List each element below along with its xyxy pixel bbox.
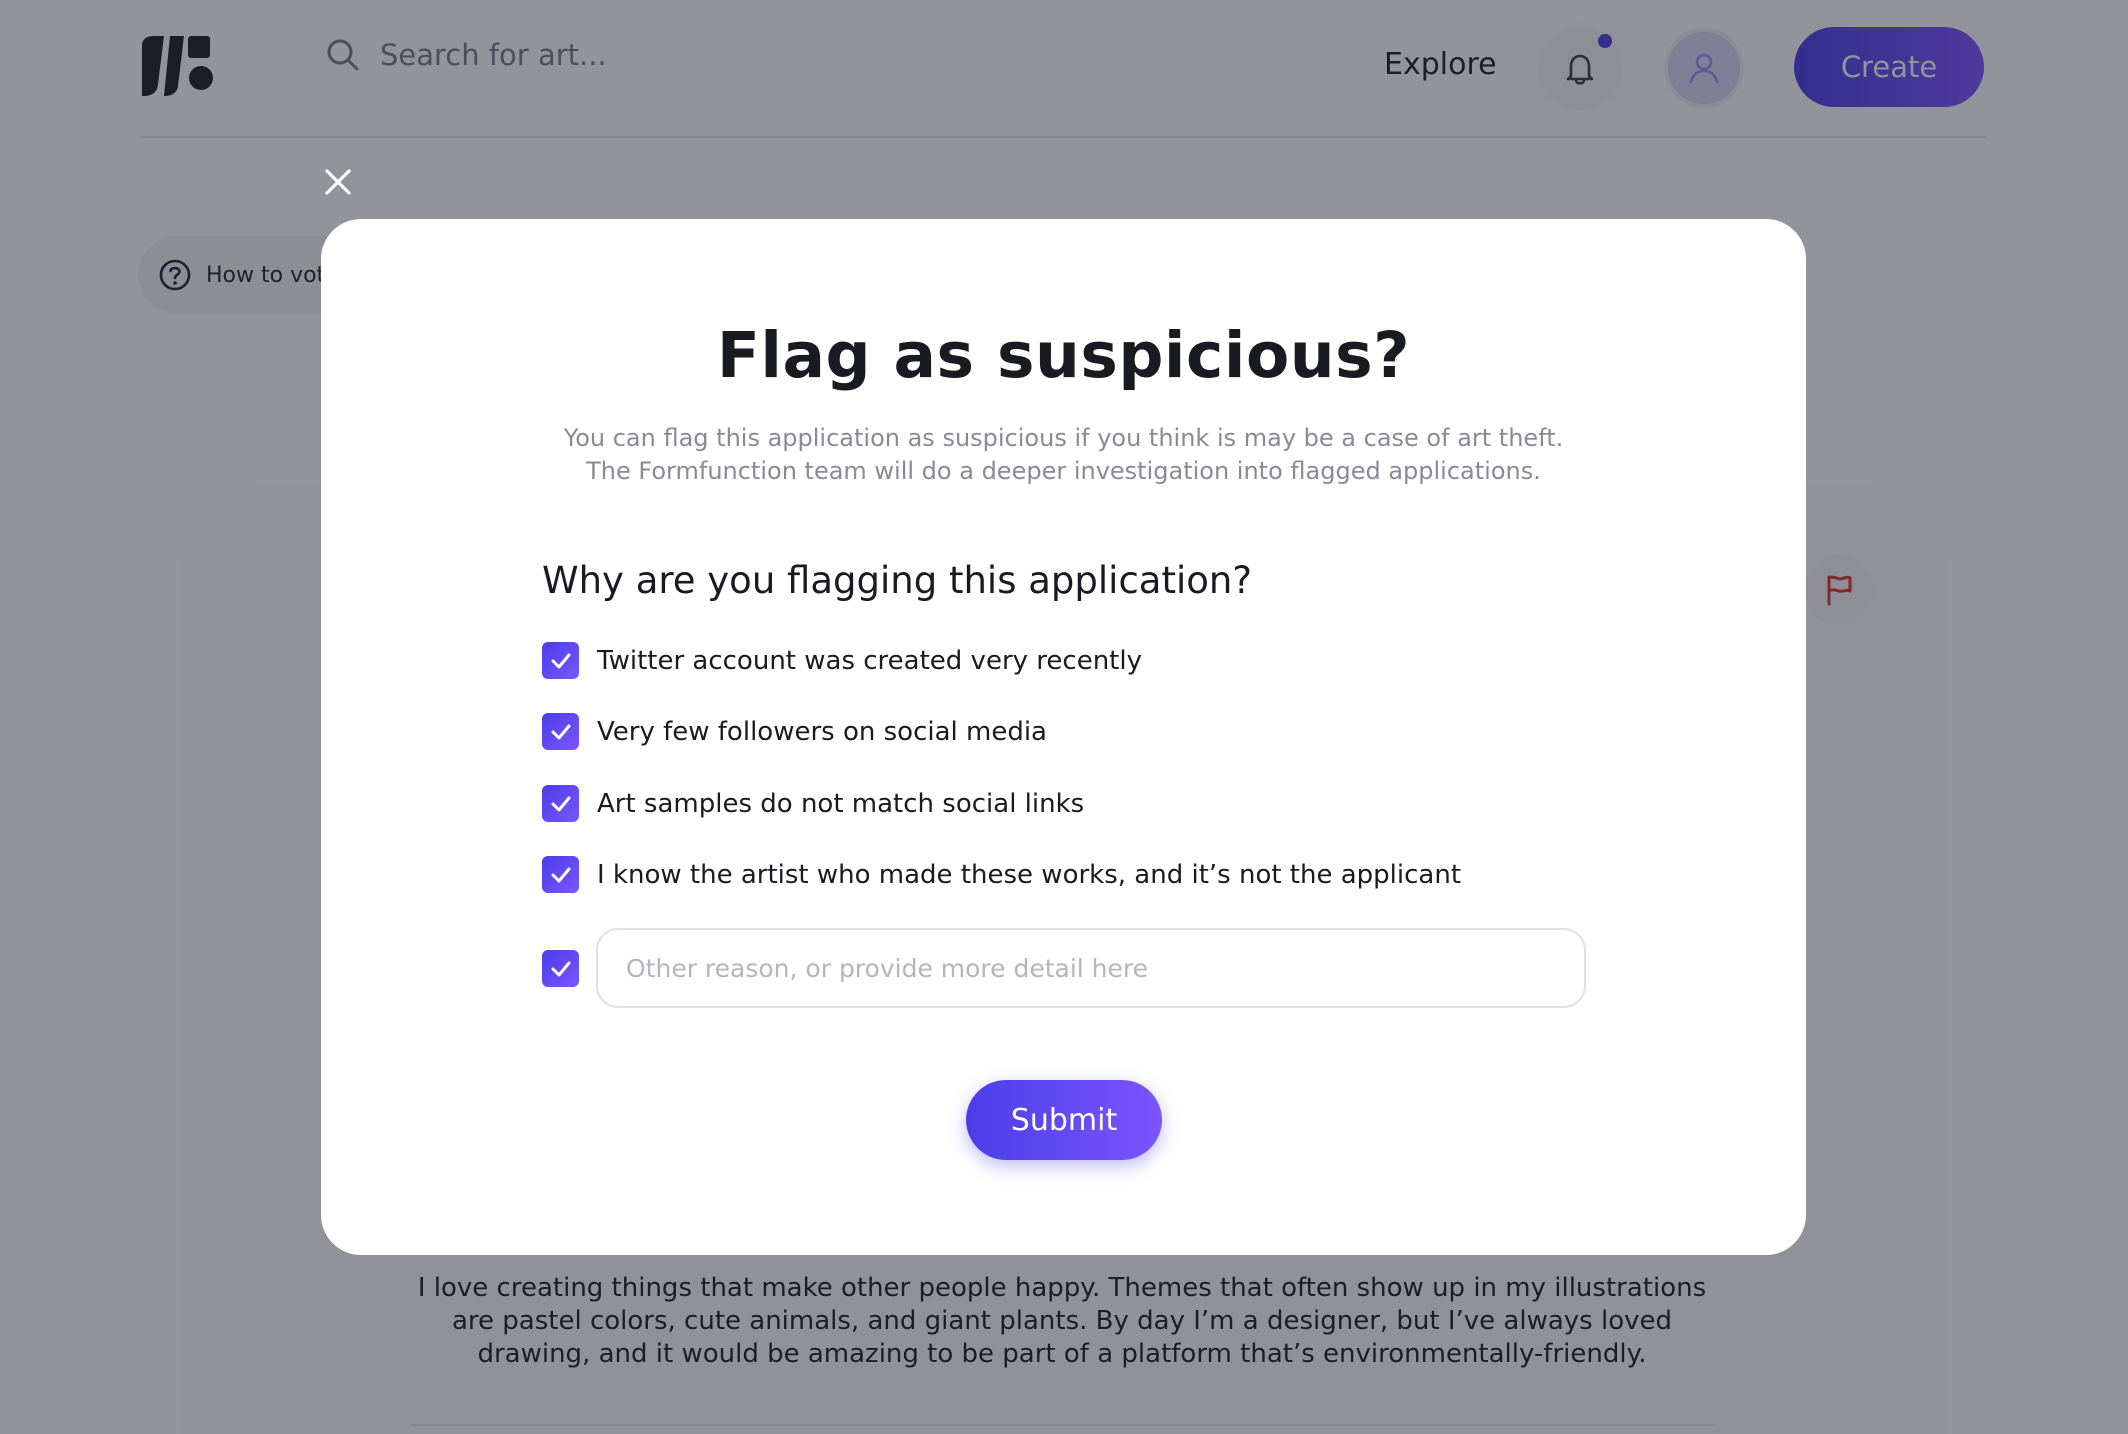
app-page: Explore Create How to vote I love creati…: [0, 0, 2128, 1434]
close-icon[interactable]: [322, 166, 354, 198]
submit-button[interactable]: Submit: [966, 1080, 1162, 1160]
option-label: Twitter account was created very recentl…: [597, 645, 1142, 676]
check-icon: [551, 867, 570, 882]
modal-description: You can flag this application as suspici…: [563, 424, 1564, 485]
check-icon: [551, 796, 570, 811]
check-icon: [551, 724, 570, 739]
checkbox[interactable]: [542, 642, 579, 679]
other-reason-input[interactable]: [596, 928, 1586, 1008]
check-icon: [551, 653, 570, 668]
modal-question: Why are you flagging this application?: [542, 559, 1252, 602]
option-label: Very few followers on social media: [597, 716, 1047, 747]
option-samples-mismatch[interactable]: Art samples do not match social links: [542, 785, 1084, 822]
option-twitter-recent[interactable]: Twitter account was created very recentl…: [542, 642, 1142, 679]
option-other[interactable]: [542, 950, 579, 987]
checkbox[interactable]: [542, 950, 579, 987]
flag-modal: Flag as suspicious? You can flag this ap…: [321, 219, 1806, 1255]
option-know-artist[interactable]: I know the artist who made these works, …: [542, 856, 1461, 893]
checkbox[interactable]: [542, 713, 579, 750]
checkbox[interactable]: [542, 856, 579, 893]
checkbox[interactable]: [542, 785, 579, 822]
modal-title: Flag as suspicious?: [716, 319, 1411, 392]
option-few-followers[interactable]: Very few followers on social media: [542, 713, 1047, 750]
option-label: Art samples do not match social links: [597, 788, 1085, 819]
option-label: I know the artist who made these works, …: [597, 859, 1462, 890]
check-icon: [551, 961, 570, 976]
